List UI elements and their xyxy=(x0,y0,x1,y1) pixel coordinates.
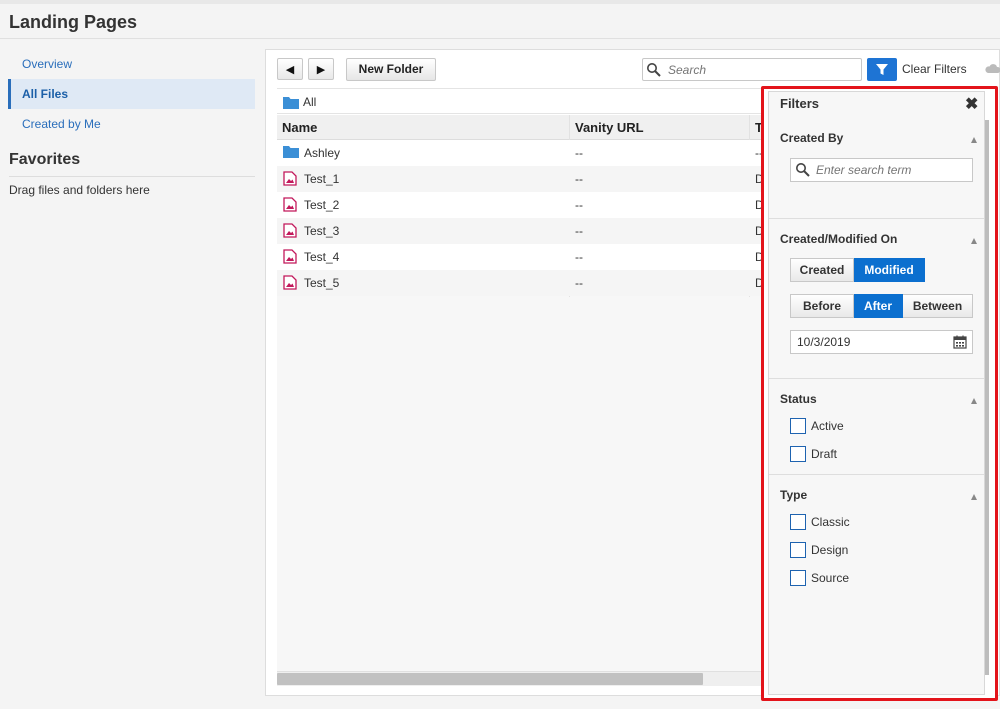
column-header-vanity-url[interactable]: Vanity URL xyxy=(575,120,644,135)
section-title-created-modified: Created/Modified On xyxy=(780,232,898,246)
checkbox[interactable] xyxy=(790,542,806,558)
section-divider xyxy=(769,378,984,379)
page-icon xyxy=(283,275,297,290)
nav-item-all-files[interactable]: All Files xyxy=(8,79,255,109)
cell-name: Test_4 xyxy=(304,250,340,264)
cell-vanity-url: -- xyxy=(575,224,583,238)
favorites-drop-hint: Drag files and folders here xyxy=(9,183,150,197)
date-mode-toggle: Created Modified xyxy=(790,258,925,282)
forward-button[interactable]: ▶ xyxy=(308,58,334,80)
page-icon xyxy=(283,197,297,212)
collapse-caret-icon[interactable] xyxy=(971,398,977,404)
section-divider xyxy=(769,474,984,475)
left-arrow-icon: ◀ xyxy=(285,63,295,76)
scrollbar-thumb[interactable] xyxy=(277,673,703,685)
section-title-status: Status xyxy=(780,392,817,406)
filter-button[interactable] xyxy=(867,58,897,81)
cell-vanity-url: -- xyxy=(575,146,583,160)
cell-vanity-url: -- xyxy=(575,198,583,212)
page-icon xyxy=(283,249,297,264)
created-toggle-button[interactable]: Created xyxy=(790,258,854,282)
cell-vanity-url: -- xyxy=(575,172,583,186)
checkbox[interactable] xyxy=(790,418,806,434)
checkbox-label: Draft xyxy=(811,447,838,461)
search-icon xyxy=(796,163,810,177)
clear-filters-link[interactable]: Clear Filters xyxy=(902,62,967,76)
cell-name: Ashley xyxy=(304,146,341,160)
date-input[interactable] xyxy=(797,334,937,350)
right-arrow-icon: ▶ xyxy=(316,63,326,76)
search-field[interactable] xyxy=(642,58,862,81)
collapse-caret-icon[interactable] xyxy=(971,494,977,500)
cell-vanity-url: -- xyxy=(575,250,583,264)
between-toggle-button[interactable]: Between xyxy=(903,294,973,318)
top-strip xyxy=(0,0,1000,4)
created-by-search-field[interactable] xyxy=(790,158,973,182)
favorites-title: Favorites xyxy=(9,151,81,168)
search-icon xyxy=(647,63,661,77)
title-divider xyxy=(0,38,1000,39)
checkbox[interactable] xyxy=(790,446,806,462)
close-icon[interactable]: ✖ xyxy=(965,97,978,113)
folder-icon xyxy=(283,97,299,109)
modified-toggle-button[interactable]: Modified xyxy=(854,258,925,282)
filters-title: Filters xyxy=(780,96,820,111)
checkbox-label: Source xyxy=(811,571,850,585)
before-toggle-button[interactable]: Before xyxy=(790,294,854,318)
cell-name: Test_3 xyxy=(304,224,340,238)
date-range-toggle: Before After Between xyxy=(790,294,973,318)
section-title-created-by: Created By xyxy=(780,131,844,145)
page-icon xyxy=(283,223,297,238)
section-title-type: Type xyxy=(780,488,808,502)
column-header-name[interactable]: Name xyxy=(282,120,317,135)
checkbox-label: Active xyxy=(811,419,844,433)
checkbox-label: Classic xyxy=(811,515,850,529)
favorites-divider xyxy=(9,176,255,177)
folder-icon xyxy=(283,146,299,158)
page-title: Landing Pages xyxy=(9,12,138,32)
cell-name: Test_2 xyxy=(304,198,340,212)
checkbox-label: Design xyxy=(811,543,849,557)
created-by-search-input[interactable] xyxy=(816,162,966,178)
section-divider xyxy=(769,218,984,219)
cell-vanity-url: -- xyxy=(575,276,583,290)
new-folder-button[interactable]: New Folder xyxy=(346,58,436,81)
collapse-caret-icon[interactable] xyxy=(971,238,977,244)
back-button[interactable]: ◀ xyxy=(277,58,303,80)
cell-name: Test_1 xyxy=(304,172,340,186)
checkbox[interactable] xyxy=(790,514,806,530)
breadcrumb-item-all[interactable]: All xyxy=(303,95,316,109)
funnel-icon xyxy=(876,64,888,75)
filters-panel: Filters ✖ Created By Created/Modified On… xyxy=(761,86,998,701)
collapse-caret-icon[interactable] xyxy=(971,137,977,143)
calendar-icon[interactable] xyxy=(953,335,967,349)
cloud-icon xyxy=(985,64,1000,73)
after-toggle-button[interactable]: After xyxy=(854,294,903,318)
checkbox[interactable] xyxy=(790,570,806,586)
nav-item-created-by-me[interactable]: Created by Me xyxy=(8,109,255,139)
nav-item-overview[interactable]: Overview xyxy=(8,49,255,79)
cell-name: Test_5 xyxy=(304,276,340,290)
date-field[interactable] xyxy=(790,330,973,354)
filters-panel-body: Filters ✖ Created By Created/Modified On… xyxy=(768,91,989,695)
search-input[interactable] xyxy=(668,61,858,78)
page-icon xyxy=(283,171,297,186)
vertical-scrollbar[interactable] xyxy=(985,120,989,675)
left-nav: Overview All Files Created by Me xyxy=(8,49,255,139)
